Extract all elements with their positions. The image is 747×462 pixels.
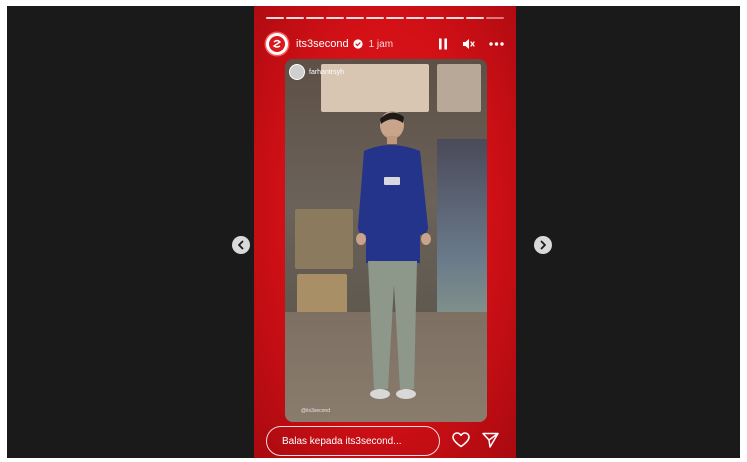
send-icon[interactable] [482,432,499,448]
progress-segment [406,17,424,19]
tagged-user-name: farhantrsyh [309,68,345,76]
pause-icon[interactable] [438,38,448,50]
progress-segment [366,17,384,19]
next-story-button[interactable] [534,236,552,254]
previous-story-button[interactable] [232,236,250,254]
story-progress-bar [266,17,504,19]
person-figure [356,111,431,399]
progress-segment [286,17,304,19]
story-card[interactable]: its3second 1 jam farhantrsyh @its3second… [254,6,516,458]
muted-speaker-icon[interactable] [462,38,475,50]
clothing-rack [437,139,487,339]
story-timestamp: 1 jam [368,38,394,50]
brand-logo-icon [269,36,285,52]
verified-badge-icon [352,39,363,49]
chevron-right-icon [540,240,546,250]
progress-segment [306,17,324,19]
chevron-left-icon [238,240,244,250]
avatar[interactable] [266,33,288,55]
heart-icon[interactable] [452,432,470,448]
tagged-user[interactable]: farhantrsyh [290,65,344,79]
story-photo: farhantrsyh @its3second [285,59,487,422]
reply-placeholder: Balas kepada its3second... [282,435,402,447]
photo-watermark: @its3second [301,408,330,414]
reply-input[interactable]: Balas kepada its3second... [266,426,440,456]
story-username[interactable]: its3second [296,38,349,50]
progress-segment [266,17,284,19]
progress-segment [446,17,464,19]
story-header: its3second 1 jam [266,30,504,58]
progress-segment [386,17,404,19]
progress-segment [346,17,364,19]
progress-segment [426,17,444,19]
tagged-user-avatar [290,65,304,79]
progress-segment [486,17,504,19]
store-poster [437,64,481,112]
progress-segment [326,17,344,19]
progress-segment [466,17,484,19]
more-options-icon[interactable] [489,42,504,46]
